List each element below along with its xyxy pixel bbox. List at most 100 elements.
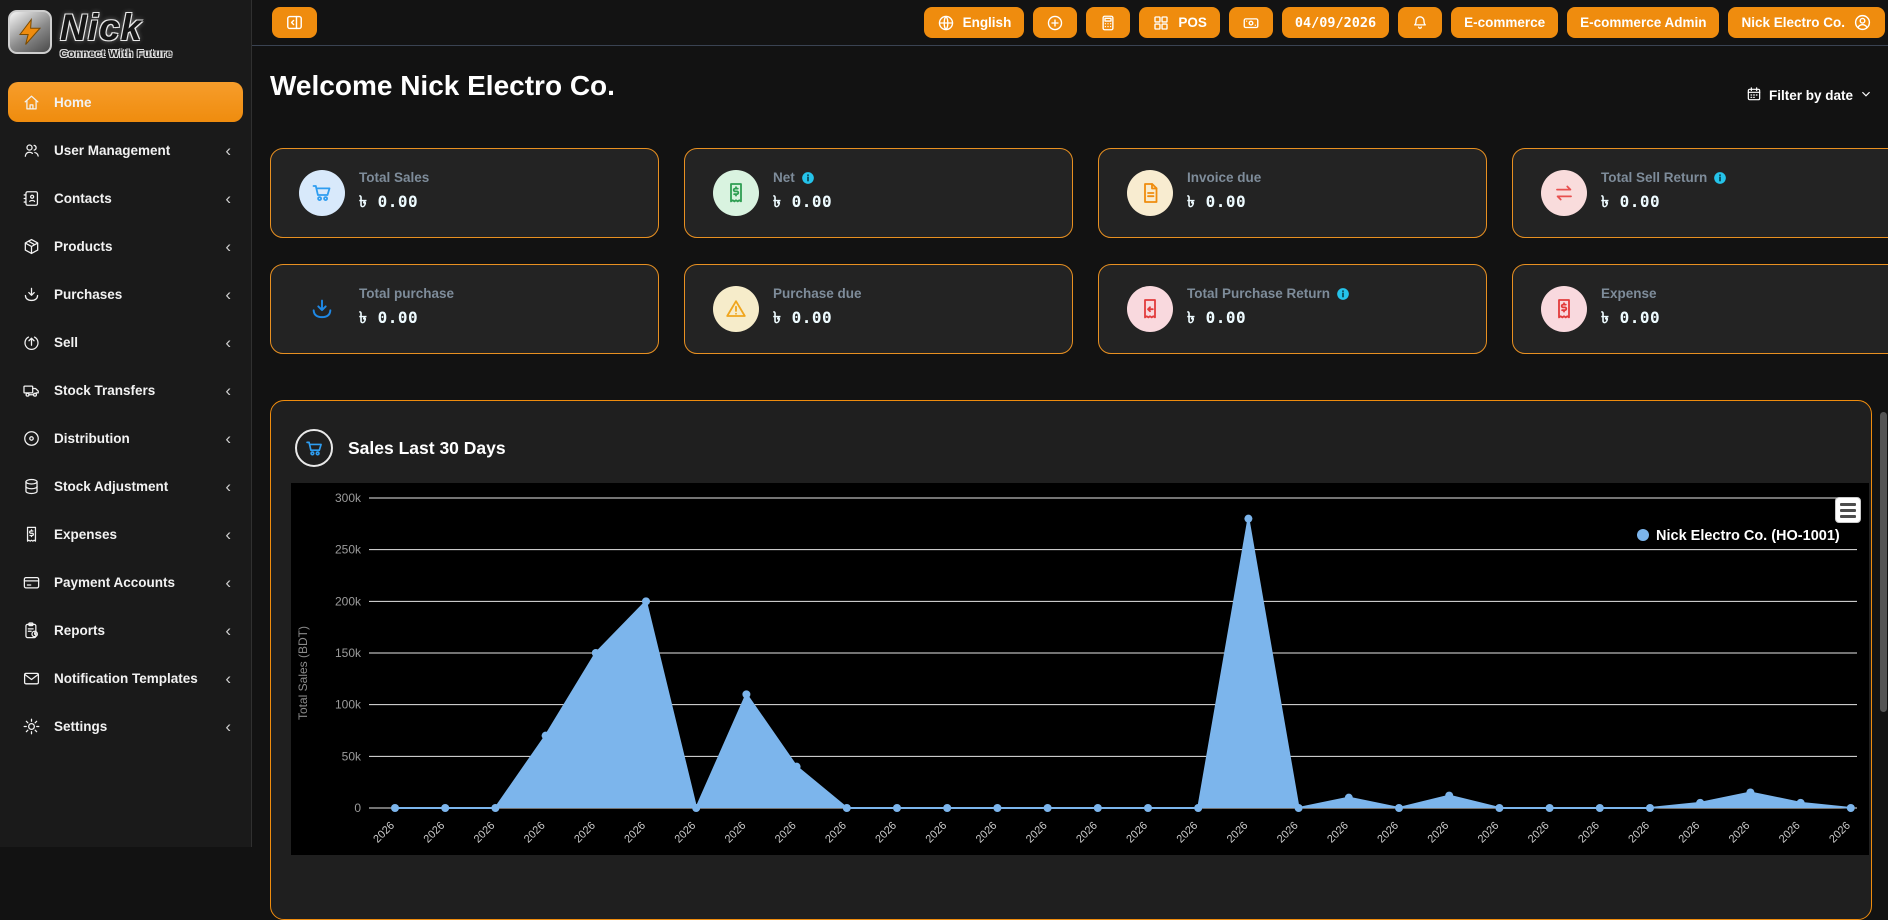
main-content: Welcome Nick Electro Co. Filter by date … bbox=[252, 46, 1888, 847]
stat-card-value: ৳ 0.00 bbox=[1601, 189, 1727, 216]
stat-card-label: Total Sales bbox=[359, 170, 429, 185]
svg-text:100k: 100k bbox=[335, 698, 362, 712]
stat-card-total-sales: Total Sales ৳ 0.00 bbox=[270, 148, 659, 238]
sidebar: Nick Connect With Future Home User Manage… bbox=[0, 0, 252, 847]
filter-by-date-label: Filter by date bbox=[1769, 88, 1853, 103]
sidebar-item-label: Notification Templates bbox=[54, 671, 198, 686]
scrollbar-thumb[interactable] bbox=[1880, 412, 1887, 712]
swap-arrows-icon bbox=[1552, 181, 1576, 205]
sidebar-item-label: Distribution bbox=[54, 431, 130, 446]
stat-card-value: ৳ 0.00 bbox=[773, 305, 862, 332]
notifications-button[interactable] bbox=[1398, 7, 1442, 38]
stat-card-label: Total Purchase Return bbox=[1187, 286, 1330, 301]
sidebar-toggle-button[interactable] bbox=[272, 7, 317, 38]
stat-card-value: ৳ 0.00 bbox=[359, 189, 429, 216]
sidebar-item-products[interactable]: Products ‹ bbox=[8, 226, 243, 266]
brand-tagline: Connect With Future bbox=[60, 48, 173, 60]
stat-card-value: ৳ 0.00 bbox=[773, 189, 832, 216]
stat-card-value: ৳ 0.00 bbox=[1187, 189, 1261, 216]
sidebar-item-label: Products bbox=[54, 239, 113, 254]
receipt-dollar-icon bbox=[22, 525, 41, 544]
stat-card-total-purchase: Total purchase ৳ 0.00 bbox=[270, 264, 659, 354]
user-menu-button-label: Nick Electro Co. bbox=[1741, 15, 1845, 30]
ecommerce-button[interactable]: E-commerce bbox=[1451, 7, 1558, 38]
download-tray-icon bbox=[309, 296, 335, 322]
globe-icon bbox=[937, 14, 955, 32]
sidebar-item-settings[interactable]: Settings ‹ bbox=[8, 706, 243, 746]
pos-button[interactable]: POS bbox=[1139, 7, 1220, 38]
ecommerce-button-label: E-commerce bbox=[1464, 15, 1545, 30]
sidebar-item-contacts[interactable]: Contacts‹ bbox=[8, 178, 243, 218]
chevron-left-icon: ‹ bbox=[225, 238, 231, 255]
cash-icon bbox=[1242, 14, 1260, 32]
sidebar-item-payment-accounts[interactable]: Payment Accounts‹ bbox=[8, 562, 243, 602]
stat-card-expense: Expense৳ 0.00 bbox=[1512, 264, 1888, 354]
ecommerce-admin-button[interactable]: E-commerce Admin bbox=[1567, 7, 1719, 38]
add-button[interactable] bbox=[1033, 7, 1077, 38]
calculator-icon bbox=[1099, 14, 1117, 32]
svg-text:Total Sales (BDT): Total Sales (BDT) bbox=[296, 626, 310, 720]
sales-panel: Sales Last 30 Days 050k100k150k200k250k3… bbox=[270, 400, 1872, 920]
clipboard-icon bbox=[22, 621, 41, 640]
filter-by-date[interactable]: Filter by date bbox=[1746, 86, 1872, 105]
cart-icon bbox=[295, 429, 333, 467]
svg-text:250k: 250k bbox=[335, 543, 362, 557]
scrollbar[interactable] bbox=[1879, 0, 1888, 847]
language-button[interactable]: English bbox=[924, 7, 1025, 38]
download-tray-icon bbox=[22, 285, 41, 304]
truck-icon bbox=[22, 381, 41, 400]
target-icon bbox=[22, 429, 41, 448]
sidebar-item-expenses[interactable]: Expenses‹ bbox=[8, 514, 243, 554]
receipt-return-icon bbox=[1138, 297, 1162, 321]
sidebar-item-home[interactable]: Home bbox=[8, 82, 243, 122]
sidebar-item-sell[interactable]: Sell‹ bbox=[8, 322, 243, 362]
sidebar-item-label: Sell bbox=[54, 335, 78, 350]
ecommerce-admin-button-label: E-commerce Admin bbox=[1580, 15, 1706, 30]
chevron-left-icon: ‹ bbox=[225, 382, 231, 399]
topbar-actions: English POS 04/09/2026 E-commerce E-commerce… bbox=[924, 7, 1888, 38]
envelope-icon bbox=[22, 669, 41, 688]
svg-text:150k: 150k bbox=[335, 646, 362, 660]
user-menu-button[interactable]: Nick Electro Co. bbox=[1728, 7, 1885, 38]
info-icon bbox=[801, 171, 815, 185]
sidebar-item-label: Home bbox=[54, 95, 92, 110]
cart-icon bbox=[299, 170, 345, 216]
sidebar-item-label: Stock Adjustment bbox=[54, 479, 168, 494]
sidebar-item-notification-templates[interactable]: Notification Templates ‹ bbox=[8, 658, 243, 698]
receipt-return-icon bbox=[1127, 286, 1173, 332]
stat-card-value: ৳ 0.00 bbox=[359, 305, 454, 332]
topbar: English POS 04/09/2026 E-commerce E-commerce… bbox=[252, 0, 1888, 46]
sidebar-nav: Home User Management‹ Contacts‹ Products ‹ Pu… bbox=[0, 82, 251, 746]
chevron-left-icon: ‹ bbox=[225, 718, 231, 735]
cash-register-button[interactable] bbox=[1229, 7, 1273, 38]
sidebar-item-label: Settings bbox=[54, 719, 107, 734]
date-display-label: 04/09/2026 bbox=[1295, 15, 1376, 31]
stat-card-invoice-due: Invoice due৳ 0.00 bbox=[1098, 148, 1487, 238]
svg-text:300k: 300k bbox=[335, 491, 362, 505]
sidebar-item-label: Reports bbox=[54, 623, 105, 638]
warning-icon bbox=[724, 297, 748, 321]
date-display[interactable]: 04/09/2026 bbox=[1282, 7, 1389, 38]
user-circle-icon bbox=[1853, 13, 1872, 32]
brand-logo: Nick Connect With Future bbox=[0, 0, 251, 72]
sidebar-item-label: Expenses bbox=[54, 527, 117, 542]
stat-card-purchase-due: Purchase due৳ 0.00 bbox=[684, 264, 1073, 354]
receipt-dollar-icon bbox=[713, 170, 759, 216]
chart-menu-button[interactable] bbox=[1835, 497, 1861, 523]
pos-button-label: POS bbox=[1178, 15, 1207, 30]
sidebar-item-stock-adjustment[interactable]: Stock Adjustment‹ bbox=[8, 466, 243, 506]
calculator-button[interactable] bbox=[1086, 7, 1130, 38]
sidebar-item-distribution[interactable]: Distribution‹ bbox=[8, 418, 243, 458]
stat-card-label: Net bbox=[773, 170, 795, 185]
sidebar-item-user-management[interactable]: User Management‹ bbox=[8, 130, 243, 170]
chevron-left-icon: ‹ bbox=[225, 670, 231, 687]
sidebar-item-purchases[interactable]: Purchases‹ bbox=[8, 274, 243, 314]
sidebar-item-reports[interactable]: Reports‹ bbox=[8, 610, 243, 650]
plus-circle-icon bbox=[1046, 14, 1064, 32]
receipt-dollar-icon bbox=[1541, 286, 1587, 332]
sidebar-item-stock-transfers[interactable]: Stock Transfers‹ bbox=[8, 370, 243, 410]
chevron-left-icon: ‹ bbox=[225, 142, 231, 159]
stat-card-label: Total purchase bbox=[359, 286, 454, 301]
gear-icon bbox=[22, 717, 41, 736]
sales-chart: 050k100k150k200k250k300kTotal Sales (BDT… bbox=[291, 483, 1869, 855]
